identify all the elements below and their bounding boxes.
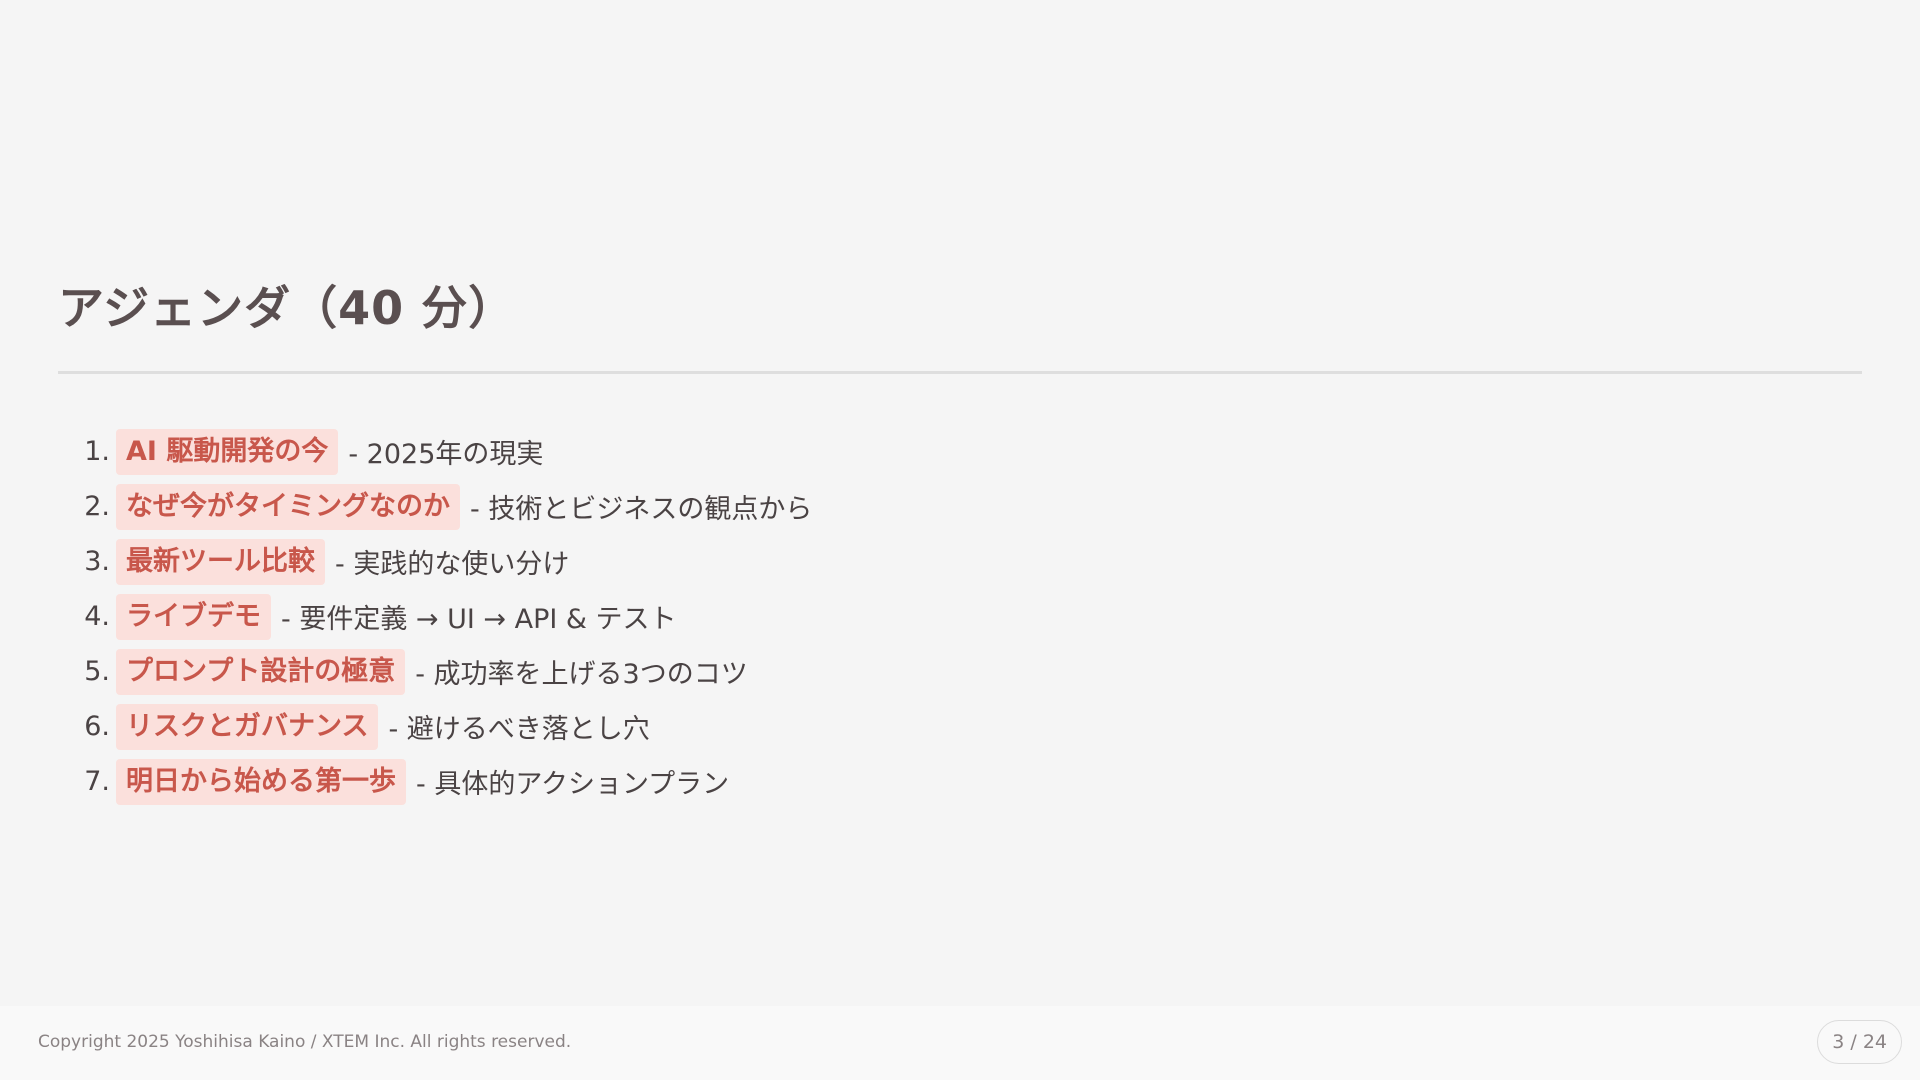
agenda-topic: 明日から始める第一歩 bbox=[116, 758, 406, 805]
agenda-topic: ライブデモ bbox=[116, 593, 271, 640]
agenda-topic: AI 駆動開発の今 bbox=[116, 428, 339, 475]
agenda-description: - 技術とビジネスの観点から bbox=[470, 494, 813, 525]
agenda-description: - 具体的アクションプラン bbox=[416, 769, 730, 800]
copyright-text: Copyright 2025 Yoshihisa Kaino / XTEM In… bbox=[38, 1032, 572, 1052]
agenda-description: - 2025年の現実 bbox=[348, 439, 544, 470]
title-divider bbox=[58, 371, 1862, 374]
agenda-item: 4. ライブデモ - 要件定義 → UI → API & テスト bbox=[58, 589, 812, 644]
agenda-number: 5. bbox=[84, 656, 110, 687]
agenda-number: 3. bbox=[84, 546, 110, 577]
agenda-description: - 実践的な使い分け bbox=[335, 549, 570, 580]
agenda-item: 1. AI 駆動開発の今 - 2025年の現実 bbox=[58, 424, 812, 479]
agenda-number: 7. bbox=[84, 766, 110, 797]
page-indicator: 3 / 24 bbox=[1817, 1020, 1902, 1064]
agenda-topic: 最新ツール比較 bbox=[116, 538, 325, 585]
agenda-topic: プロンプト設計の極意 bbox=[116, 648, 406, 695]
agenda-item: 5. プロンプト設計の極意 - 成功率を上げる3つのコツ bbox=[58, 644, 812, 699]
agenda-topic: リスクとガバナンス bbox=[116, 703, 379, 750]
agenda-item: 3. 最新ツール比較 - 実践的な使い分け bbox=[58, 534, 812, 589]
agenda-item: 2. なぜ今がタイミングなのか - 技術とビジネスの観点から bbox=[58, 479, 812, 534]
agenda-number: 1. bbox=[84, 436, 110, 467]
agenda-number: 6. bbox=[84, 711, 110, 742]
agenda-topic: なぜ今がタイミングなのか bbox=[116, 483, 460, 530]
agenda-description: - 避けるべき落とし穴 bbox=[388, 714, 650, 745]
slide-footer: Copyright 2025 Yoshihisa Kaino / XTEM In… bbox=[0, 1006, 1920, 1080]
agenda-list: 1. AI 駆動開発の今 - 2025年の現実 2. なぜ今がタイミングなのか … bbox=[58, 424, 812, 809]
slide: アジェンダ（40 分） 1. AI 駆動開発の今 - 2025年の現実 2. な… bbox=[0, 0, 1920, 1080]
agenda-description: - 成功率を上げる3つのコツ bbox=[415, 659, 748, 690]
agenda-item: 6. リスクとガバナンス - 避けるべき落とし穴 bbox=[58, 699, 812, 754]
agenda-number: 4. bbox=[84, 601, 110, 632]
agenda-number: 2. bbox=[84, 491, 110, 522]
slide-title: アジェンダ（40 分） bbox=[58, 281, 516, 335]
agenda-description: - 要件定義 → UI → API & テスト bbox=[281, 604, 677, 635]
agenda-item: 7. 明日から始める第一歩 - 具体的アクションプラン bbox=[58, 754, 812, 809]
